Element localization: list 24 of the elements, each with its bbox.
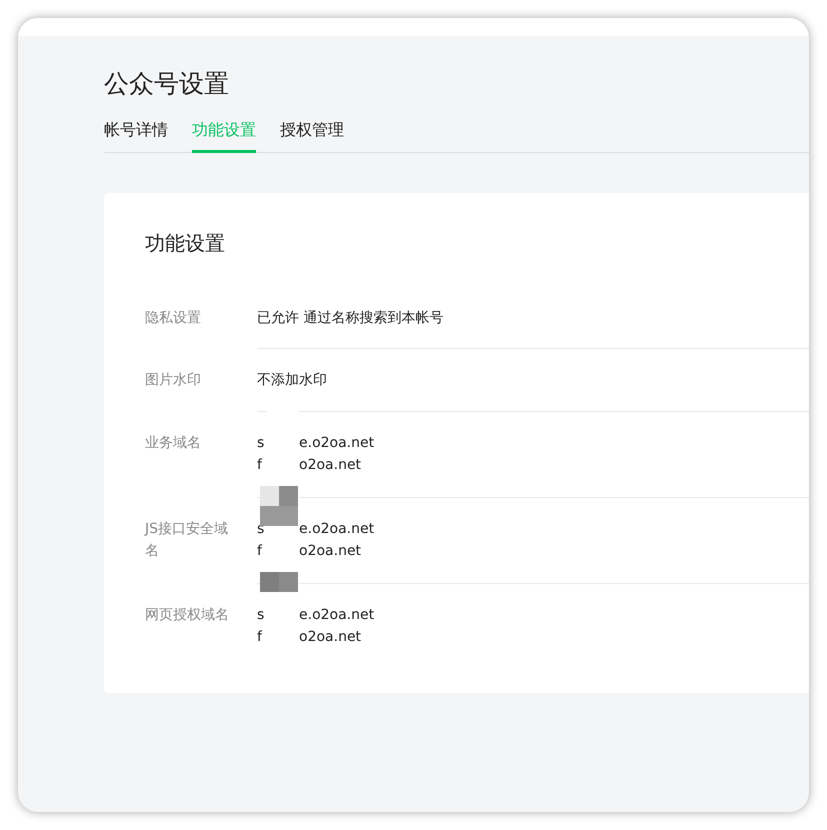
domain-text: o2oa.net: [299, 542, 362, 561]
setting-label: 图片水印: [145, 371, 202, 390]
domain-text: e.o2oa.net: [299, 606, 374, 625]
mosaic-block: [260, 572, 298, 592]
setting-label: 隐私设置: [145, 309, 202, 328]
domain-text: o2oa.net: [299, 456, 362, 475]
domain-text: e.o2oa.net: [299, 520, 374, 539]
domain-text: f: [257, 456, 264, 475]
setting-value: 不添加水印: [257, 371, 328, 390]
domain-text: f: [257, 542, 264, 561]
domain-text: o2oa.net: [299, 628, 362, 647]
domain-text: s: [257, 434, 266, 453]
domain-text: s: [257, 606, 266, 625]
setting-value: 已允许 通过名称搜索到本帐号: [257, 309, 444, 328]
setting-label: 网页授权域名: [145, 606, 230, 625]
setting-label: 业务域名: [145, 434, 202, 453]
mosaic-block: [260, 486, 298, 526]
card-title: 功能设置: [145, 230, 226, 257]
tab[interactable]: 帐号详情: [104, 119, 168, 153]
domain-text: f: [257, 628, 264, 647]
domain-text: e.o2oa.net: [299, 434, 374, 453]
tab[interactable]: 授权管理: [280, 119, 344, 153]
page-title: 公众号设置: [104, 68, 230, 100]
setting-label: JS接口安全域名: [145, 520, 230, 561]
